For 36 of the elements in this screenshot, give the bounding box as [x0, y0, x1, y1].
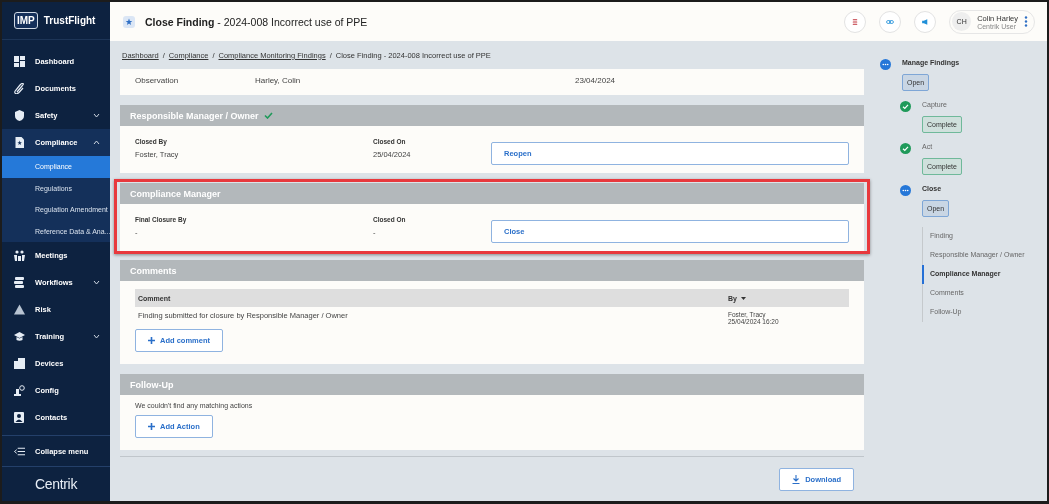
chevron-down-icon	[93, 113, 100, 118]
document-icon	[14, 137, 25, 148]
section-title: Follow-Up	[130, 379, 174, 390]
chevron-down-icon	[93, 280, 100, 285]
shield-icon	[14, 110, 25, 121]
chevron-up-icon	[93, 140, 100, 145]
section-title: Responsible Manager / Owner	[130, 110, 259, 121]
contact-card-icon	[14, 412, 25, 423]
dashboard-icon	[14, 56, 25, 67]
field-value: Harley, Colin	[255, 76, 302, 85]
link-button[interactable]	[879, 10, 902, 33]
star-document-icon	[122, 14, 136, 29]
chevron-down-icon	[93, 334, 100, 339]
graduation-cap-icon	[14, 331, 25, 342]
plus-icon	[148, 337, 155, 344]
people-icon	[14, 250, 25, 261]
page-title: Close Finding - 2024-008 Incorrect use of PPE	[145, 15, 369, 28]
brand-name: TrustFlight	[43, 15, 96, 26]
field-value: Observation	[135, 76, 180, 85]
centrik-logo: Centrik	[33, 475, 79, 494]
section-title: Compliance Manager	[130, 188, 221, 199]
download-icon	[792, 475, 801, 484]
list-button[interactable]	[844, 10, 867, 33]
stack-icon	[14, 277, 25, 288]
collapse-menu-icon	[14, 445, 25, 457]
plus-icon	[148, 423, 155, 430]
paperclip-icon	[14, 83, 25, 94]
megaphone-button[interactable]	[914, 10, 937, 33]
section-title: Comments	[130, 265, 177, 276]
devices-icon	[14, 358, 25, 369]
sort-caret-icon	[740, 296, 746, 300]
kebab-menu-icon	[1024, 16, 1028, 27]
config-icon	[14, 385, 25, 396]
warning-triangle-icon	[14, 304, 25, 315]
logo-badge: IMP	[14, 12, 38, 29]
field-value: 23/04/2024	[575, 76, 617, 85]
